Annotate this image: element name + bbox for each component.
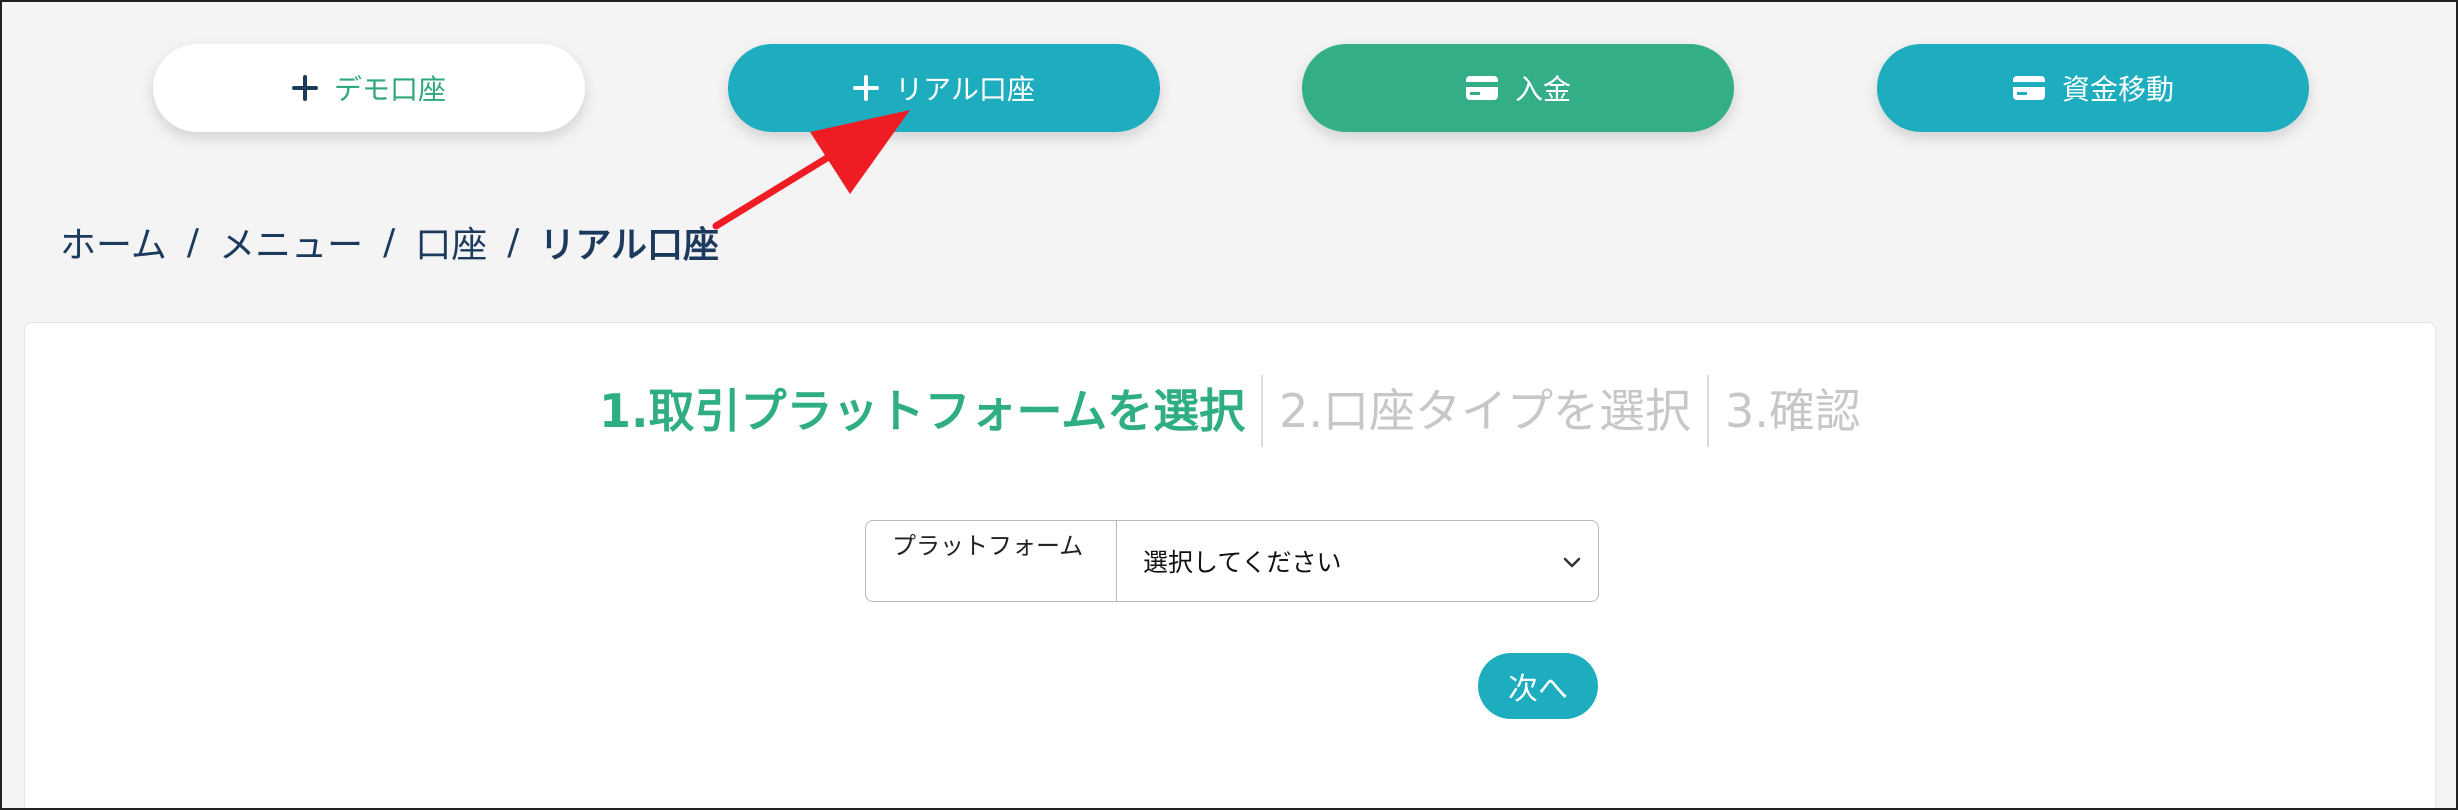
credit-card-icon [2012, 75, 2046, 101]
breadcrumb-menu[interactable]: メニュー [219, 216, 363, 268]
fund-transfer-label: 資金移動 [2061, 73, 2174, 106]
step-3-confirm: 3.確認 [1725, 384, 1861, 438]
platform-select-value: 選択してください [1143, 548, 1342, 577]
step-2-select-account-type: 2.口座タイプを選択 [1279, 384, 1692, 438]
deposit-button[interactable]: 入金 [1302, 44, 1734, 132]
plus-icon [291, 75, 318, 101]
next-button[interactable]: 次へ [1478, 653, 1598, 719]
account-form-card: 1.取引プラットフォームを選択 2.口座タイプを選択 3.確認 プラットフォーム… [24, 322, 2436, 810]
breadcrumb-separator: / [507, 221, 520, 263]
platform-select[interactable]: 選択してください [1117, 521, 1598, 601]
platform-field: プラットフォーム 選択してください [865, 520, 1599, 602]
breadcrumb-current: リアル口座 [539, 225, 720, 266]
platform-label: プラットフォーム [866, 521, 1117, 601]
demo-account-button[interactable]: デモ口座 [153, 44, 585, 132]
annotation-arrow-icon [712, 110, 910, 230]
credit-card-icon [1465, 75, 1499, 101]
step-1-select-platform: 1.取引プラットフォームを選択 [599, 384, 1246, 438]
step-indicator: 1.取引プラットフォームを選択 2.口座タイプを選択 3.確認 [25, 375, 2435, 447]
deposit-label: 入金 [1514, 73, 1571, 106]
breadcrumb-separator: / [186, 221, 200, 263]
breadcrumb-separator: / [383, 221, 396, 263]
chevron-down-icon [1562, 547, 1582, 576]
breadcrumb: ホーム / メニュー / 口座 / リアル口座 [60, 216, 719, 268]
fund-transfer-button[interactable]: 資金移動 [1877, 44, 2309, 132]
breadcrumb-account[interactable]: 口座 [415, 216, 487, 268]
plus-icon [853, 75, 880, 101]
demo-account-label: デモ口座 [333, 73, 446, 106]
breadcrumb-home[interactable]: ホーム [60, 216, 167, 268]
